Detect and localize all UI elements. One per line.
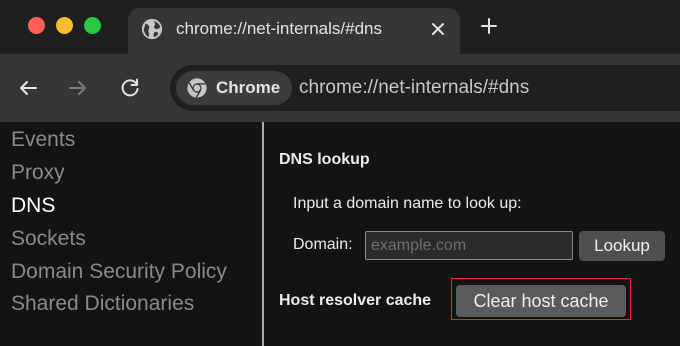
tab-strip: chrome://net-internals/#dns: [0, 0, 680, 54]
clear-host-cache-button[interactable]: Clear host cache: [456, 285, 626, 317]
chrome-logo-icon: [187, 78, 207, 98]
reload-icon[interactable]: [118, 76, 142, 100]
toolbar: Chrome chrome://net-internals/#dns: [0, 54, 680, 122]
sidebar-item-dns[interactable]: DNS: [11, 193, 55, 219]
browser-window: chrome://net-internals/#dns Chrome chrom…: [0, 0, 680, 346]
forward-arrow-icon[interactable]: [66, 76, 90, 100]
window-maximize-button[interactable]: [84, 17, 101, 34]
close-icon[interactable]: [426, 17, 450, 41]
window-minimize-button[interactable]: [56, 17, 73, 34]
globe-icon: [141, 18, 163, 40]
back-arrow-icon[interactable]: [16, 76, 40, 100]
sidebar-item-sockets[interactable]: Sockets: [11, 226, 86, 252]
site-chip-label: Chrome: [216, 78, 281, 97]
sidebar-item-proxy[interactable]: Proxy: [11, 160, 65, 186]
address-bar[interactable]: Chrome chrome://net-internals/#dns: [170, 65, 680, 111]
tab-title: chrome://net-internals/#dns: [176, 19, 382, 38]
domain-input[interactable]: [365, 231, 573, 260]
tab-net-internals[interactable]: chrome://net-internals/#dns: [128, 8, 460, 54]
sidebar-item-events[interactable]: Events: [11, 127, 75, 153]
site-info-chip[interactable]: Chrome: [176, 71, 293, 105]
sidebar: Events Proxy DNS Sockets Domain Security…: [0, 122, 262, 346]
lookup-button[interactable]: Lookup: [579, 231, 665, 261]
sidebar-item-domain-security-policy[interactable]: Domain Security Policy: [11, 259, 227, 285]
window-close-button[interactable]: [28, 17, 45, 34]
url-text[interactable]: chrome://net-internals/#dns: [299, 77, 529, 99]
page-content: Events Proxy DNS Sockets Domain Security…: [0, 122, 680, 346]
lookup-instructions: Input a domain name to look up:: [293, 195, 522, 212]
dns-lookup-heading: DNS lookup: [279, 151, 370, 168]
new-tab-icon[interactable]: [477, 14, 501, 38]
host-resolver-cache-label: Host resolver cache: [279, 292, 432, 309]
dns-panel: DNS lookup Input a domain name to look u…: [264, 122, 680, 346]
sidebar-item-shared-dictionaries[interactable]: Shared Dictionaries: [11, 291, 194, 317]
domain-label: Domain:: [293, 236, 353, 253]
